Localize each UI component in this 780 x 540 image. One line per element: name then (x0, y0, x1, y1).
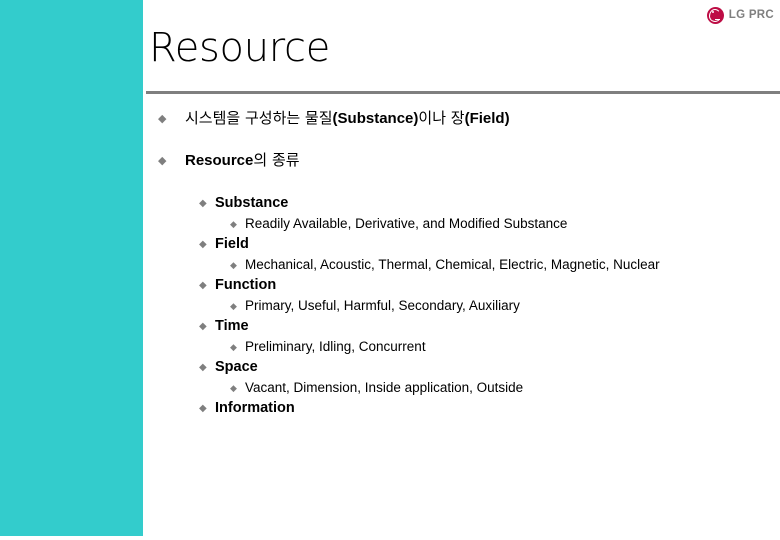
bullet-row-level-1: ◆ Resource의 종류 (158, 151, 300, 170)
bullet-text: Time (215, 318, 249, 334)
bullet-row-level-2: ◆ Substance (199, 195, 288, 212)
diamond-bullet-icon: ◆ (230, 384, 237, 394)
bullet-row-level-2: ◆ Space (199, 359, 258, 376)
bullet-text: Mechanical, Acoustic, Thermal, Chemical,… (245, 257, 660, 272)
diamond-bullet-icon: ◆ (230, 302, 237, 312)
bullet-text-term: Resource (185, 152, 254, 169)
diamond-bullet-icon: ◆ (199, 198, 207, 209)
bullet-text: Vacant, Dimension, Inside application, O… (245, 380, 524, 395)
bullet-row-level-2: ◆ Time (199, 318, 249, 335)
bullet-text-term: (Substance) (332, 110, 419, 127)
bullet-text: Substance (215, 195, 289, 211)
diamond-bullet-icon: ◆ (230, 343, 237, 353)
bullet-text: Information (215, 400, 295, 416)
bullet-row-level-2: ◆ Information (199, 400, 295, 417)
bullet-text: Space (215, 359, 258, 375)
diamond-bullet-icon: ◆ (199, 321, 207, 332)
bullet-text-korean: 시스템을 구성하는 물질 (185, 109, 333, 127)
bullet-text-korean: 의 종류 (253, 151, 300, 169)
bullet-text: Readily Available, Derivative, and Modif… (245, 216, 568, 231)
diamond-bullet-icon: ◆ (230, 220, 237, 230)
bullet-row-level-3: ◆ Preliminary, Idling, Concurrent (230, 339, 426, 355)
bullet-text: Preliminary, Idling, Concurrent (245, 339, 426, 354)
bullet-row-level-1: ◆ 시스템을 구성하는 물질(Substance)이나 장(Field) (158, 109, 510, 128)
bullet-row-level-2: ◆ Function (199, 277, 276, 294)
bullet-list: ◆ 시스템을 구성하는 물질(Substance)이나 장(Field) ◆ Reso… (0, 0, 780, 540)
bullet-text: Field (215, 236, 249, 252)
bullet-row-level-3: ◆ Vacant, Dimension, Inside application, … (230, 380, 523, 396)
bullet-text: Resource의 종류 (185, 151, 300, 170)
diamond-bullet-icon: ◆ (199, 403, 207, 414)
diamond-bullet-icon: ◆ (230, 261, 237, 271)
diamond-bullet-icon: ◆ (158, 154, 167, 167)
bullet-text-korean-2: 이나 장 (418, 109, 465, 127)
diamond-bullet-icon: ◆ (199, 280, 207, 291)
diamond-bullet-icon: ◆ (199, 239, 207, 250)
bullet-row-level-3: ◆ Mechanical, Acoustic, Thermal, Chemical… (230, 257, 660, 273)
bullet-row-level-3: ◆ Readily Available, Derivative, and Modi… (230, 216, 567, 232)
bullet-text: Primary, Useful, Harmful, Secondary, Aux… (245, 298, 520, 313)
slide-canvas: LG PRC Resource ◆ 시스템을 구성하는 물질(Substance)… (0, 0, 780, 540)
bullet-text: 시스템을 구성하는 물질(Substance)이나 장(Field) (185, 109, 510, 128)
bullet-text-term-2: (Field) (464, 110, 510, 127)
diamond-bullet-icon: ◆ (199, 362, 207, 373)
bullet-text: Function (215, 277, 277, 293)
diamond-bullet-icon: ◆ (158, 112, 167, 125)
bullet-row-level-2: ◆ Field (199, 236, 249, 253)
bullet-row-level-3: ◆ Primary, Useful, Harmful, Secondary, Au… (230, 298, 520, 314)
